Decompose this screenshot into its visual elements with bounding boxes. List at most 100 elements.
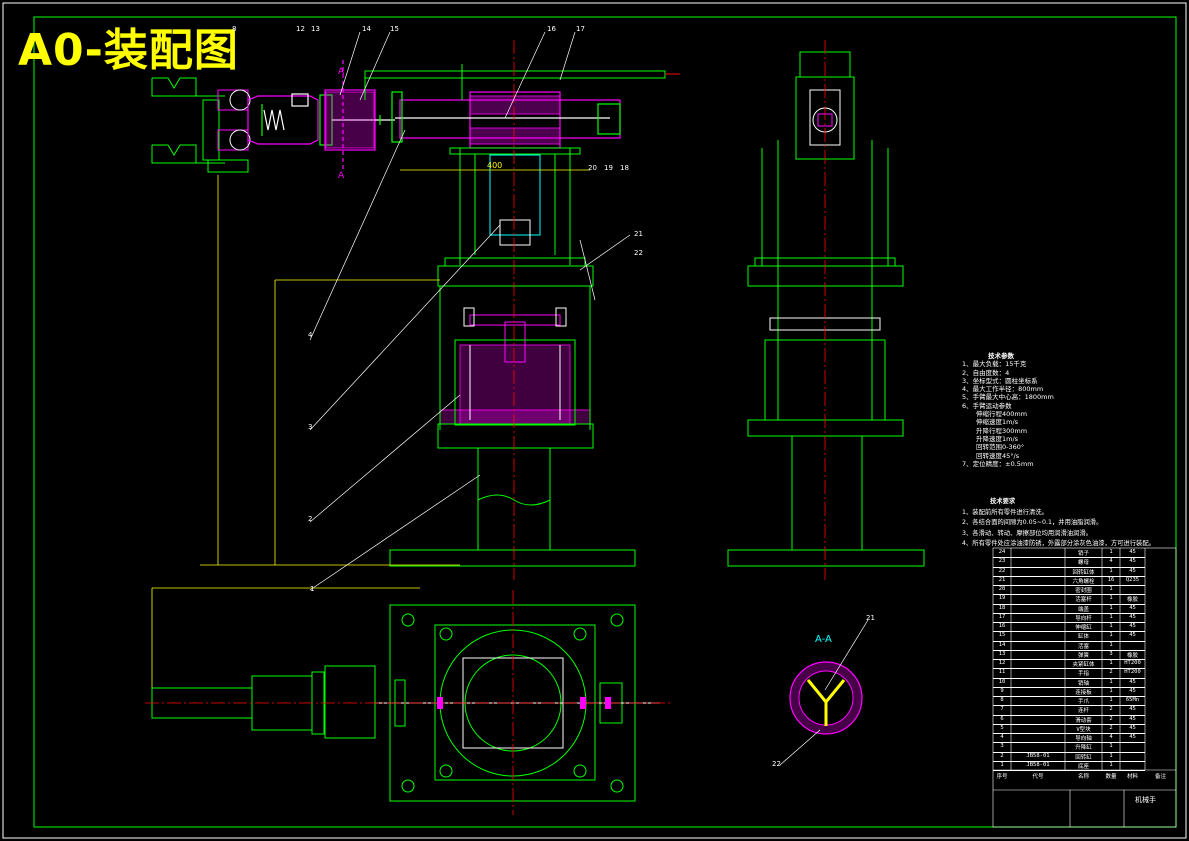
bom-cell: 螺母 — [1065, 558, 1102, 568]
bom-cell: 6 — [993, 716, 1011, 725]
bom-cell: 2 — [1102, 725, 1120, 734]
spec-line: 6、手臂运动参数 — [962, 401, 1012, 410]
bom-cell — [1011, 614, 1065, 623]
bom-cell: 14 — [993, 642, 1011, 651]
bom-cell — [1120, 743, 1145, 753]
bom-cell — [1011, 605, 1065, 614]
bom-cell — [1011, 632, 1065, 642]
bom-cell: 45 — [1120, 558, 1145, 568]
drawing-title: A0-装配图 — [18, 25, 239, 76]
bom-cell: 9 — [993, 688, 1011, 697]
spec-line: 3、坐标型式：圆柱坐标系 — [962, 376, 1038, 385]
gripper-assembly — [151, 77, 251, 173]
bom-cell: 导向轴 — [1065, 734, 1102, 744]
bom-cell: 伸缩缸 — [1065, 623, 1102, 633]
bom-cell — [1011, 734, 1065, 744]
upper-v-block — [151, 77, 197, 97]
section-a-a — [789, 661, 863, 735]
bom-cell: 1 — [1102, 688, 1120, 697]
balloon-number: 4 — [308, 331, 313, 339]
requirement-line: 1、装配前所有零件进行清洗。 — [962, 508, 1048, 516]
balloon-number: 2 — [308, 515, 313, 523]
bom-cell — [1011, 743, 1065, 753]
bom-cell: 橡胶 — [1120, 651, 1145, 660]
bom-cell — [1011, 706, 1065, 716]
balloon-number: 3 — [308, 423, 313, 431]
balloon-number: 21 — [634, 230, 643, 238]
bom-cell: 缸体 — [1065, 632, 1102, 642]
guide-rod — [364, 64, 680, 100]
bom-cell: 2 — [1102, 669, 1120, 679]
balloon-number: 12 — [296, 25, 305, 33]
bom-cell: 4 — [993, 734, 1011, 744]
bom-header-cell: 名称 — [1077, 774, 1089, 780]
bom-cell: 1 — [1102, 660, 1120, 670]
bom-cell — [1011, 623, 1065, 633]
side-view — [727, 51, 925, 567]
balloon-number: 16 — [547, 25, 556, 33]
bom-cell: 1 — [1102, 549, 1120, 559]
bom-cell: 1 — [993, 762, 1011, 771]
balloon-number: 1 — [310, 585, 315, 593]
bom-cell — [1011, 642, 1065, 651]
bom-cell — [1011, 586, 1065, 596]
bom-cell: 45 — [1120, 679, 1145, 688]
bom-cell: 45 — [1120, 725, 1145, 734]
bom-cell: 16 — [1102, 577, 1120, 586]
req-title: 技术要求 — [990, 498, 1016, 505]
bom-cell: 45 — [1120, 632, 1145, 642]
bom-cell: 回转缸 — [1065, 753, 1102, 762]
requirement-line: 2、各结合面的间隙为0.05~0.1，并用油脂润滑。 — [962, 519, 1103, 526]
bom-cell — [1011, 660, 1065, 670]
bom-cell: 活塞杆 — [1065, 595, 1102, 605]
bom-cell: 45 — [1120, 734, 1145, 744]
bom-cell — [1011, 725, 1065, 734]
bom-cell: 1 — [1102, 568, 1120, 577]
bom-cell: 5 — [993, 725, 1011, 734]
spec-line: 7、定位精度：±0.5mm — [962, 459, 1034, 468]
bom-cell: 1 — [1102, 605, 1120, 614]
bom-cell — [1120, 753, 1145, 762]
bom-cell: 21 — [993, 577, 1011, 586]
bom-cell: 1 — [1102, 753, 1120, 762]
bom-cell: 4 — [1102, 558, 1120, 568]
bom-cell — [1011, 697, 1065, 707]
bom-cell: 回转缸体 — [1065, 568, 1102, 577]
bom-header-cell: 备注 — [1154, 774, 1166, 780]
bom-cell: 16 — [993, 623, 1011, 633]
bom-cell — [1011, 716, 1065, 725]
bom-cell: 24 — [993, 549, 1011, 559]
bom-header-cell: 代号 — [1032, 774, 1044, 780]
bom-cell: 10 — [993, 679, 1011, 688]
bom-cell: 45 — [1120, 614, 1145, 623]
title-block-name: 机械手 — [1135, 796, 1156, 804]
requirement-line: 4、所有零件处应涂油漆防锈，外露部分涂灰色油漆，方可进行装配。 — [962, 540, 1155, 547]
balloon-number: 20 — [588, 164, 597, 172]
bom-cell: 滑动套 — [1065, 716, 1102, 725]
bom-cell: 销轴 — [1065, 679, 1102, 688]
bom-cell — [1120, 642, 1145, 651]
bom-cell: 夹紧缸体 — [1065, 660, 1102, 670]
bom-header-cell: 数量 — [1105, 774, 1117, 780]
bom-cell: 45 — [1120, 706, 1145, 716]
bom-cell: 18 — [993, 605, 1011, 614]
bom-cell: 1 — [1102, 623, 1120, 633]
bom-cell: 3 — [1102, 651, 1120, 660]
bom-cell: 升降缸 — [1065, 743, 1102, 753]
balloon-number: 22 — [634, 249, 643, 257]
bom-cell: V型块 — [1065, 725, 1102, 734]
bom-cell: 1 — [1102, 614, 1120, 623]
bom-cell: 3 — [993, 743, 1011, 753]
bom-cell: 8 — [993, 697, 1011, 707]
bom-cell: 45 — [1120, 716, 1145, 725]
section-mark-bottom: A — [338, 171, 345, 181]
bom-cell — [1011, 595, 1065, 605]
bom-cell: 45 — [1120, 605, 1145, 614]
bom-cell: 22 — [993, 568, 1011, 577]
bom-cell — [1011, 558, 1065, 568]
bom-cell: 7 — [993, 706, 1011, 716]
section-label: A-A — [815, 634, 832, 645]
bom-cell: 手爪 — [1065, 697, 1102, 707]
bom-cell: 1 — [1102, 697, 1120, 707]
bom-cell: 13 — [993, 651, 1011, 660]
